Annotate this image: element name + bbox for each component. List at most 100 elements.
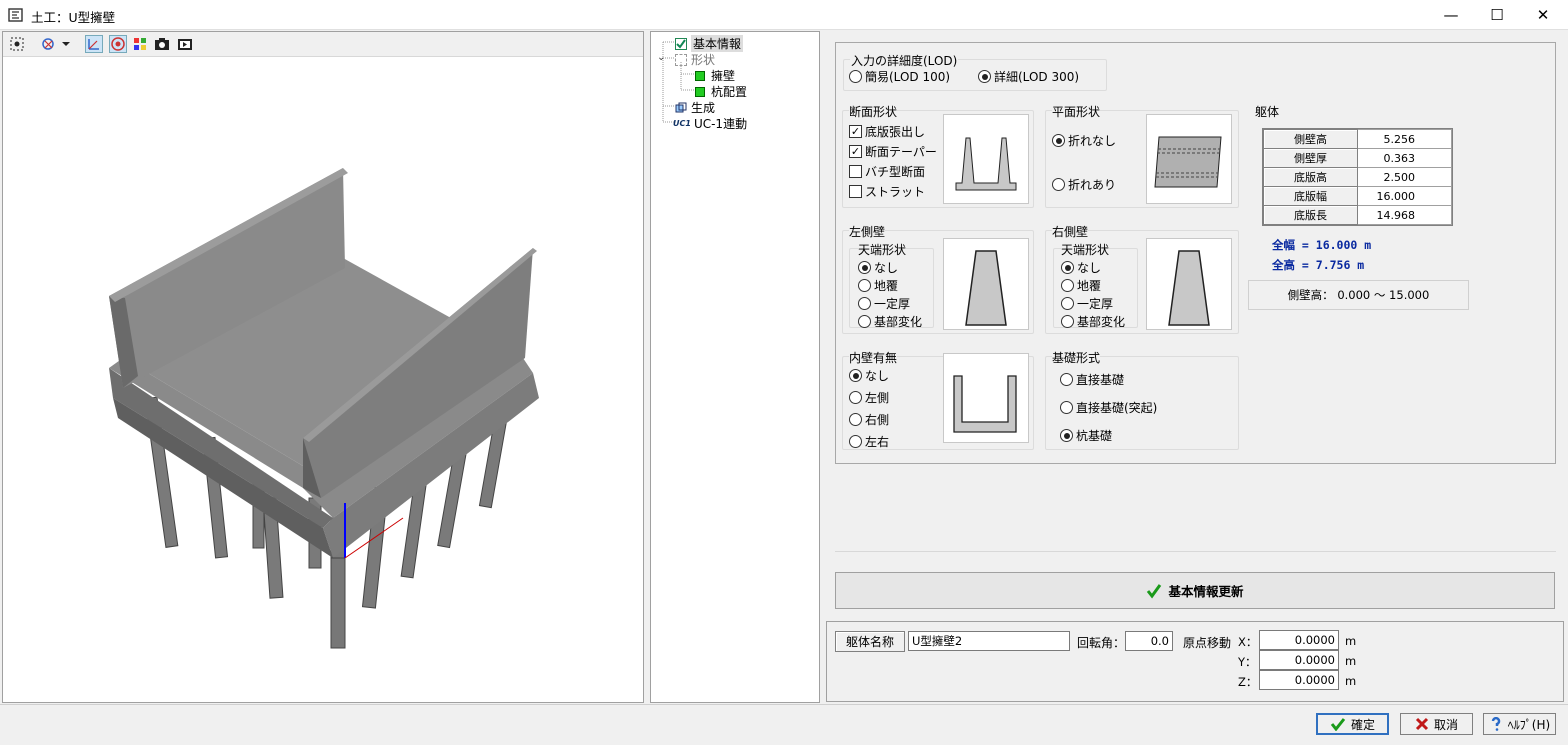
status-green-icon [695, 70, 705, 81]
left-curb-radio[interactable]: 地覆 [858, 277, 898, 294]
table-row: 底版長 14.968 [1263, 205, 1452, 225]
view-toolbar [3, 32, 643, 57]
tree-collapse-icon[interactable]: ⌄ [657, 52, 669, 64]
body-dimension-table: 側壁高 5.256 側壁厚 0.363 底版高 2.500 底版幅 16.000 底版長… [1262, 128, 1453, 226]
foundation-direct-radio[interactable]: 直接基礎 [1060, 371, 1124, 388]
wall-height-range: 側壁高： 0.000 ～ 15.000 [1248, 280, 1469, 310]
origin-z-input[interactable]: 0.0000 [1259, 670, 1339, 690]
inner-none-radio[interactable]: なし [849, 367, 889, 384]
left-none-radio[interactable]: なし [858, 259, 898, 276]
origin-y-input[interactable]: 0.0000 [1259, 650, 1339, 670]
body-name-label: 躯体名称 [835, 631, 905, 652]
inner-wall-label: 内壁有無 [849, 349, 898, 366]
lod-simple-radio[interactable]: 簡易(LOD 100) [849, 68, 950, 85]
y-label: Y： [1238, 655, 1257, 669]
right-curb-radio[interactable]: 地覆 [1061, 277, 1101, 294]
inner-left-radio[interactable]: 左側 [849, 389, 889, 406]
check-base-overhang[interactable]: ✓ 底版張出し [849, 123, 925, 140]
foundation-direct-projection-radio[interactable]: 直接基礎(突起) [1060, 399, 1157, 416]
check-icon [1147, 583, 1162, 598]
plan-preview [1146, 114, 1232, 204]
minimize-button[interactable]: — [1428, 0, 1474, 30]
rotation-input[interactable]: 0.0 [1125, 631, 1173, 651]
ok-button[interactable]: 確定 [1316, 713, 1389, 735]
view-direction-dropdown[interactable] [39, 35, 71, 53]
tree-item-shape[interactable]: 形状 [675, 51, 715, 68]
table-row: 底版幅 16.000 [1263, 186, 1452, 206]
target-icon[interactable] [109, 35, 127, 53]
right-constant-radio[interactable]: 一定厚 [1061, 295, 1113, 312]
total-height-text: 全高 = 7.756 m [1272, 258, 1365, 272]
shape-folder-icon [675, 53, 687, 66]
inner-both-radio[interactable]: 左右 [849, 433, 889, 450]
title-bar: 土工：U型擁壁 — ☐ ✕ [0, 0, 1568, 30]
rotation-label: 回転角： [1077, 636, 1126, 650]
x-unit: m [1345, 634, 1357, 648]
plan-bend-radio[interactable]: 折れあり [1052, 176, 1116, 193]
section-shape-label: 断面形状 [849, 103, 898, 120]
left-wall-preview [943, 238, 1029, 330]
plan-shape-label: 平面形状 [1052, 103, 1101, 120]
left-wall-label: 左側壁 [849, 223, 886, 240]
cancel-button[interactable]: 取消 [1400, 713, 1473, 735]
help-icon [1491, 717, 1500, 731]
y-unit: m [1345, 654, 1357, 668]
tree-item-uc1-link[interactable]: UC1 UC-1連動 [673, 115, 747, 132]
left-base-change-radio[interactable]: 基部変化 [858, 313, 922, 330]
origin-x-input[interactable]: 0.0000 [1259, 630, 1339, 650]
table-row: 底版高 2.500 [1263, 167, 1452, 187]
axis-toggle-icon[interactable] [85, 35, 103, 53]
left-top-shape-label: 天端形状 [858, 241, 907, 258]
close-button[interactable]: ✕ [1520, 0, 1566, 30]
camera-icon[interactable] [153, 35, 171, 53]
check-strut[interactable]: ストラット [849, 183, 925, 200]
body-name-input[interactable]: U型擁壁2 [908, 631, 1070, 651]
foundation-label: 基礎形式 [1052, 349, 1101, 366]
tree-item-retaining-wall[interactable]: 擁壁 [695, 67, 735, 84]
check-section-taper[interactable]: ✓ 断面テーパー [849, 143, 937, 160]
tree-item-pile-layout[interactable]: 杭配置 [695, 83, 747, 100]
settings-inner-frame: 入力の詳細度(LOD) 簡易(LOD 100) 詳細(LOD 300) 断面形状… [835, 42, 1556, 464]
video-icon[interactable] [176, 35, 194, 53]
right-wall-preview [1146, 238, 1232, 330]
tree-item-basic-info[interactable]: 基本情報 [675, 35, 744, 52]
origin-move-label: 原点移動 [1183, 636, 1232, 650]
section-preview [943, 114, 1029, 204]
color-palette-icon[interactable] [131, 35, 149, 53]
3d-view-panel[interactable] [2, 31, 644, 703]
lod-detail-radio[interactable]: 詳細(LOD 300) [978, 68, 1079, 85]
table-row: 側壁高 5.256 [1263, 129, 1452, 149]
x-label: X： [1238, 635, 1258, 649]
fit-view-icon[interactable] [8, 35, 26, 53]
plan-no-bend-radio[interactable]: 折れなし [1052, 132, 1116, 149]
tree-item-generate[interactable]: 生成 [675, 99, 715, 116]
total-width-text: 全幅 = 16.000 m [1272, 238, 1372, 252]
maximize-button[interactable]: ☐ [1474, 0, 1520, 30]
object-properties-frame: 躯体名称 U型擁壁2 回転角： 0.0 原点移動 X： 0.0000 m Y： … [826, 621, 1564, 702]
checked-icon [675, 37, 687, 50]
generate-icon [675, 102, 687, 114]
app-icon [8, 7, 24, 23]
right-base-change-radio[interactable]: 基部変化 [1061, 313, 1125, 330]
check-bachi-section[interactable]: バチ型断面 [849, 163, 925, 180]
u-wall-3d-model [109, 168, 539, 649]
check-icon [1330, 718, 1346, 731]
left-constant-radio[interactable]: 一定厚 [858, 295, 910, 312]
inner-right-radio[interactable]: 右側 [849, 411, 889, 428]
uc1-logo-icon: UC1 [673, 119, 691, 128]
navigation-tree: ⌄ 基本情報 形状 擁壁 杭配置 生成 UC1 UC-1連動 [650, 31, 820, 703]
lod-label: 入力の詳細度(LOD) [850, 52, 959, 69]
z-unit: m [1345, 674, 1357, 688]
inner-wall-preview [943, 353, 1029, 443]
foundation-pile-radio[interactable]: 杭基礎 [1060, 427, 1112, 444]
right-top-shape-label: 天端形状 [1061, 241, 1110, 258]
z-label: Z： [1238, 675, 1258, 689]
status-green-icon [695, 86, 705, 97]
help-button[interactable]: ﾍﾙﾌﾟ(H) [1483, 713, 1556, 735]
update-basic-info-button[interactable]: 基本情報更新 [835, 572, 1555, 609]
window-title: 土工：U型擁壁 [31, 10, 116, 25]
divider [835, 551, 1556, 552]
right-none-radio[interactable]: なし [1061, 259, 1101, 276]
cross-icon [1415, 717, 1429, 731]
right-wall-label: 右側壁 [1052, 223, 1089, 240]
